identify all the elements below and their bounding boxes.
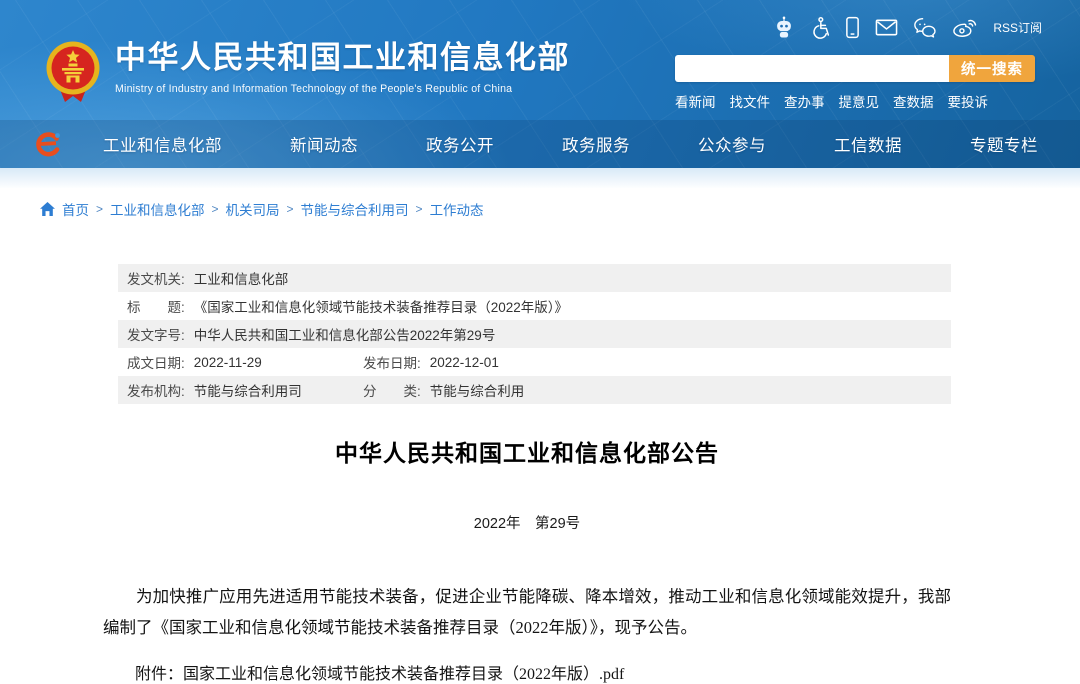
utility-bar: RSS订阅 [773, 15, 1042, 39]
meta-label: 成文日期: [127, 352, 185, 372]
unified-search-button[interactable]: 统一搜索 [949, 55, 1035, 82]
announcement-issue-number: 2022年 第29号 [103, 512, 951, 533]
national-emblem-icon [44, 40, 102, 106]
site-header: RSS订阅 中华人民共和国工业和信息化部 Ministry of Industr… [0, 0, 1080, 168]
nav-item-miit[interactable]: 工业和信息化部 [103, 132, 222, 156]
nav-item-gov-services[interactable]: 政务服务 [562, 132, 630, 156]
meta-row-dates: 成文日期: 2022-11-29 发布日期: 2022-12-01 [118, 348, 951, 376]
meta-row-publisher-category: 发布机构: 节能与综合利用司 分 类: 节能与综合利用 [118, 376, 951, 404]
main-nav: 工业和信息化部 新闻动态 政务公开 政务服务 公众参与 工信数据 专题专栏 [0, 120, 1080, 168]
search-block: 统一搜索 看新闻 找文件 查办事 提意见 查数据 要投诉 [675, 55, 1035, 111]
site-title-en: Ministry of Industry and Information Tec… [115, 83, 570, 95]
quick-links: 看新闻 找文件 查办事 提意见 查数据 要投诉 [675, 91, 1035, 111]
quick-link-files[interactable]: 找文件 [730, 91, 771, 111]
wechat-icon[interactable] [913, 17, 937, 38]
breadcrumb-miit[interactable]: 工业和信息化部 [110, 199, 205, 219]
announcement-body: 为加快推广应用先进适用节能技术装备，促进企业节能降碳、降本增效，推动工业和信息化… [103, 581, 951, 643]
meta-row-issuing-authority: 发文机关: 工业和信息化部 [118, 264, 951, 292]
meta-value: 节能与综合利用司 [194, 380, 302, 400]
attachment-line: 附件：国家工业和信息化领域节能技术装备推荐目录（2022年版）.pdf [103, 660, 951, 684]
meta-value: 2022-12-01 [430, 355, 499, 370]
nav-item-news[interactable]: 新闻动态 [290, 132, 358, 156]
search-input[interactable] [675, 55, 949, 82]
meta-value: 中华人民共和国工业和信息化部公告2022年第29号 [194, 324, 496, 344]
announcement-article: 中华人民共和国工业和信息化部公告 2022年 第29号 为加快推广应用先进适用节… [103, 438, 951, 684]
breadcrumb-work-updates[interactable]: 工作动态 [430, 199, 484, 219]
meta-label: 发布机构: [127, 380, 185, 400]
mail-icon[interactable] [875, 18, 898, 37]
meta-row-document-number: 发文字号: 中华人民共和国工业和信息化部公告2022年第29号 [118, 320, 951, 348]
accessibility-icon[interactable] [810, 16, 830, 39]
breadcrumb-energy-dept[interactable]: 节能与综合利用司 [301, 199, 409, 219]
attachment-pdf-link[interactable]: 国家工业和信息化领域节能技术装备推荐目录（2022年版）.pdf [183, 666, 624, 683]
brand-text: 中华人民共和国工业和信息化部 Ministry of Industry and … [115, 40, 570, 95]
breadcrumb-separator: > [287, 202, 294, 216]
breadcrumb-home[interactable]: 首页 [62, 199, 89, 219]
meta-label: 发布日期: [363, 352, 421, 372]
site-title-cn: 中华人民共和国工业和信息化部 [115, 40, 570, 76]
quick-link-complaints[interactable]: 要投诉 [948, 91, 989, 111]
breadcrumb-separator: > [96, 202, 103, 216]
meta-label: 分 类: [363, 380, 421, 400]
meta-value: 2022-11-29 [194, 355, 262, 370]
quick-link-news[interactable]: 看新闻 [675, 91, 716, 111]
weibo-icon[interactable] [952, 16, 978, 38]
document-meta-table: 发文机关: 工业和信息化部 标 题: 《国家工业和信息化领域节能技术装备推荐目录… [118, 264, 951, 404]
meta-label: 发文机关: [127, 268, 185, 288]
mobile-icon[interactable] [845, 16, 860, 39]
announcement-title: 中华人民共和国工业和信息化部公告 [103, 438, 951, 468]
meta-value: 节能与综合利用 [430, 380, 525, 400]
breadcrumb-departments[interactable]: 机关司局 [226, 199, 280, 219]
breadcrumb-separator: > [416, 202, 423, 216]
breadcrumb-separator: > [212, 202, 219, 216]
meta-value: 《国家工业和信息化领域节能技术装备推荐目录（2022年版）》 [194, 296, 568, 316]
nav-list: 工业和信息化部 新闻动态 政务公开 政务服务 公众参与 工信数据 专题专栏 [103, 132, 1038, 156]
attachment-label: 附件： [135, 666, 183, 683]
meta-label: 发文字号: [127, 324, 185, 344]
nav-item-public-participation[interactable]: 公众参与 [698, 132, 766, 156]
rss-subscribe-link[interactable]: RSS订阅 [993, 19, 1042, 36]
miit-e-logo-icon[interactable] [34, 129, 62, 159]
quick-link-data[interactable]: 查数据 [893, 91, 934, 111]
meta-value: 工业和信息化部 [194, 268, 289, 288]
nav-item-special-topics[interactable]: 专题专栏 [970, 132, 1038, 156]
meta-row-title: 标 题: 《国家工业和信息化领域节能技术装备推荐目录（2022年版）》 [118, 292, 951, 320]
breadcrumb: 首页 > 工业和信息化部 > 机关司局 > 节能与综合利用司 > 工作动态 [40, 200, 1080, 218]
quick-link-suggestions[interactable]: 提意见 [839, 91, 880, 111]
nav-item-gov-disclosure[interactable]: 政务公开 [426, 132, 494, 156]
robot-assistant-icon[interactable] [773, 15, 795, 39]
nav-item-industry-data[interactable]: 工信数据 [834, 132, 902, 156]
header-fade-strip [0, 168, 1080, 188]
home-icon[interactable] [40, 202, 55, 216]
quick-link-services[interactable]: 查办事 [784, 91, 825, 111]
meta-label: 标 题: [127, 296, 185, 316]
site-brand: 中华人民共和国工业和信息化部 Ministry of Industry and … [44, 40, 570, 106]
